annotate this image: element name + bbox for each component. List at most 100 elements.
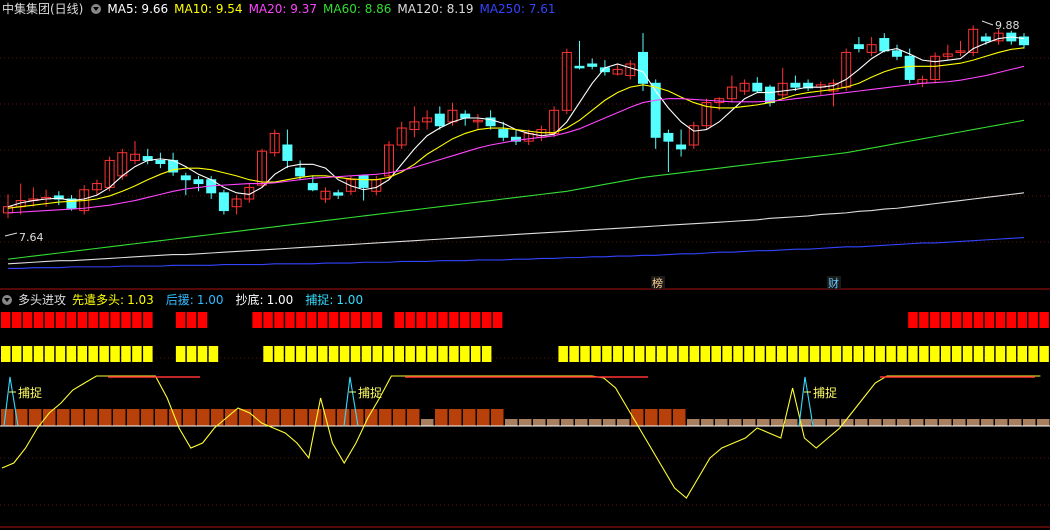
candle-body bbox=[498, 129, 509, 138]
red-block-cell bbox=[470, 312, 481, 328]
histogram-bar bbox=[197, 409, 210, 426]
settings-circle-icon[interactable] bbox=[91, 4, 102, 14]
yellow-block-cell bbox=[930, 346, 940, 362]
yellow-block-cell bbox=[296, 346, 306, 362]
candle-body bbox=[752, 82, 763, 92]
grid-lines bbox=[0, 57, 1050, 506]
histogram-bar bbox=[491, 409, 504, 426]
yellow-block-cell bbox=[634, 346, 645, 362]
red-block-cell bbox=[984, 312, 995, 328]
news-badge: 财 bbox=[827, 276, 841, 290]
candle bbox=[587, 58, 598, 70]
candle bbox=[269, 129, 280, 157]
yellow-block-cell bbox=[55, 346, 66, 362]
indicator-legend-item: 后援: 1.00 bbox=[165, 293, 224, 307]
candle bbox=[688, 121, 699, 149]
red-block-cell bbox=[197, 312, 208, 328]
yellow-block-cell bbox=[1006, 346, 1017, 362]
indicator-name[interactable]: 多头进攻 bbox=[18, 291, 66, 309]
yellow-block-cell bbox=[558, 346, 568, 362]
chart-canvas: 9.88 7.64 榜 财捕捉 捕捉 捕捉 bbox=[0, 19, 1050, 528]
ma-legend-item: MA250: 7.61 bbox=[479, 2, 556, 16]
red-block-cell bbox=[394, 312, 404, 328]
candle-body bbox=[193, 179, 204, 185]
histogram-bar bbox=[687, 419, 700, 426]
histogram-bar bbox=[29, 409, 42, 426]
red-block-cell bbox=[110, 312, 120, 328]
histogram-bar bbox=[771, 419, 784, 426]
yellow-block-cell bbox=[88, 346, 98, 362]
histogram-bar bbox=[393, 409, 406, 426]
red-block-cell bbox=[1006, 312, 1017, 328]
red-block-cell bbox=[350, 312, 361, 328]
histogram-bar bbox=[589, 419, 602, 426]
candle-body bbox=[904, 55, 915, 80]
red-block-cell bbox=[66, 312, 77, 328]
candle bbox=[193, 175, 204, 192]
candle bbox=[879, 33, 890, 53]
histogram-bar bbox=[183, 409, 196, 426]
ma-legend-item: MA20: 9.37 bbox=[248, 2, 317, 16]
ma-legend-item: MA120: 8.19 bbox=[397, 2, 474, 16]
histogram-bar bbox=[869, 419, 882, 426]
histogram-bar bbox=[673, 409, 686, 426]
histogram-bar bbox=[729, 419, 742, 426]
histogram-bar bbox=[43, 409, 56, 426]
yellow-block-cell bbox=[580, 346, 590, 362]
candle bbox=[104, 156, 115, 192]
yellow-block-cell bbox=[711, 346, 721, 362]
red-block-cell bbox=[438, 312, 448, 328]
histogram-bar bbox=[141, 409, 154, 426]
indicator-legend: 先遣多头: 1.03 后援: 1.00 抄底: 1.00 捕捉: 1.00 bbox=[72, 291, 375, 309]
histogram-bar bbox=[505, 419, 518, 426]
yellow-block-cell bbox=[951, 346, 962, 362]
red-block-cell bbox=[1017, 312, 1027, 328]
histogram-bar bbox=[981, 419, 994, 426]
yellow-block-cell bbox=[11, 346, 22, 362]
red-block-cell bbox=[481, 312, 492, 328]
news-badge-text: 榜 bbox=[652, 276, 663, 290]
red-block-cell bbox=[143, 312, 153, 328]
red-block-cell bbox=[1028, 312, 1038, 328]
yellow-block-cell bbox=[99, 346, 109, 362]
candle bbox=[574, 40, 585, 70]
candle bbox=[930, 52, 941, 84]
candle-body bbox=[218, 192, 229, 212]
yellow-block-cell bbox=[372, 346, 383, 362]
red-block-cell bbox=[121, 312, 131, 328]
histogram-bar bbox=[99, 409, 112, 426]
histogram-bar bbox=[855, 419, 868, 426]
red-block-cell bbox=[427, 312, 437, 328]
yellow-block-cell bbox=[820, 346, 831, 362]
red-block-cell bbox=[296, 312, 306, 328]
yellow-block-cell bbox=[744, 346, 754, 362]
candle-body bbox=[358, 175, 369, 188]
histogram-bar bbox=[295, 409, 308, 426]
yellow-block-cell bbox=[22, 346, 33, 362]
histogram-bar bbox=[267, 409, 280, 426]
yellow-block-cell bbox=[809, 346, 820, 362]
histogram-bar bbox=[939, 419, 952, 426]
indicator-settings-circle-icon[interactable] bbox=[2, 295, 12, 305]
indicator-legend-item: 抄底: 1.00 bbox=[235, 293, 294, 307]
yellow-block-cell bbox=[831, 346, 842, 362]
candle-body bbox=[879, 38, 890, 52]
yellow-block-cell bbox=[44, 346, 55, 362]
yellow-block-cell bbox=[394, 346, 404, 362]
histogram-bar bbox=[813, 419, 826, 426]
red-block-cell bbox=[962, 312, 973, 328]
red-block bbox=[1, 312, 1049, 328]
histogram-bar bbox=[323, 409, 336, 426]
high-price-label: 9.88 bbox=[995, 19, 1020, 32]
yellow-block-cell bbox=[1017, 346, 1027, 362]
yellow-block-cell bbox=[722, 346, 732, 362]
candle bbox=[676, 129, 687, 157]
stock-title[interactable]: 中集集团(日线) bbox=[2, 0, 83, 18]
catch-marker: 捕捉 bbox=[798, 376, 837, 427]
yellow-block-cell bbox=[175, 346, 186, 362]
yellow-block-cell bbox=[186, 346, 197, 362]
yellow-block-cell bbox=[864, 346, 874, 362]
yellow-block-cell bbox=[919, 346, 929, 362]
yellow-block-cell bbox=[481, 346, 492, 362]
histogram-bar bbox=[477, 409, 490, 426]
